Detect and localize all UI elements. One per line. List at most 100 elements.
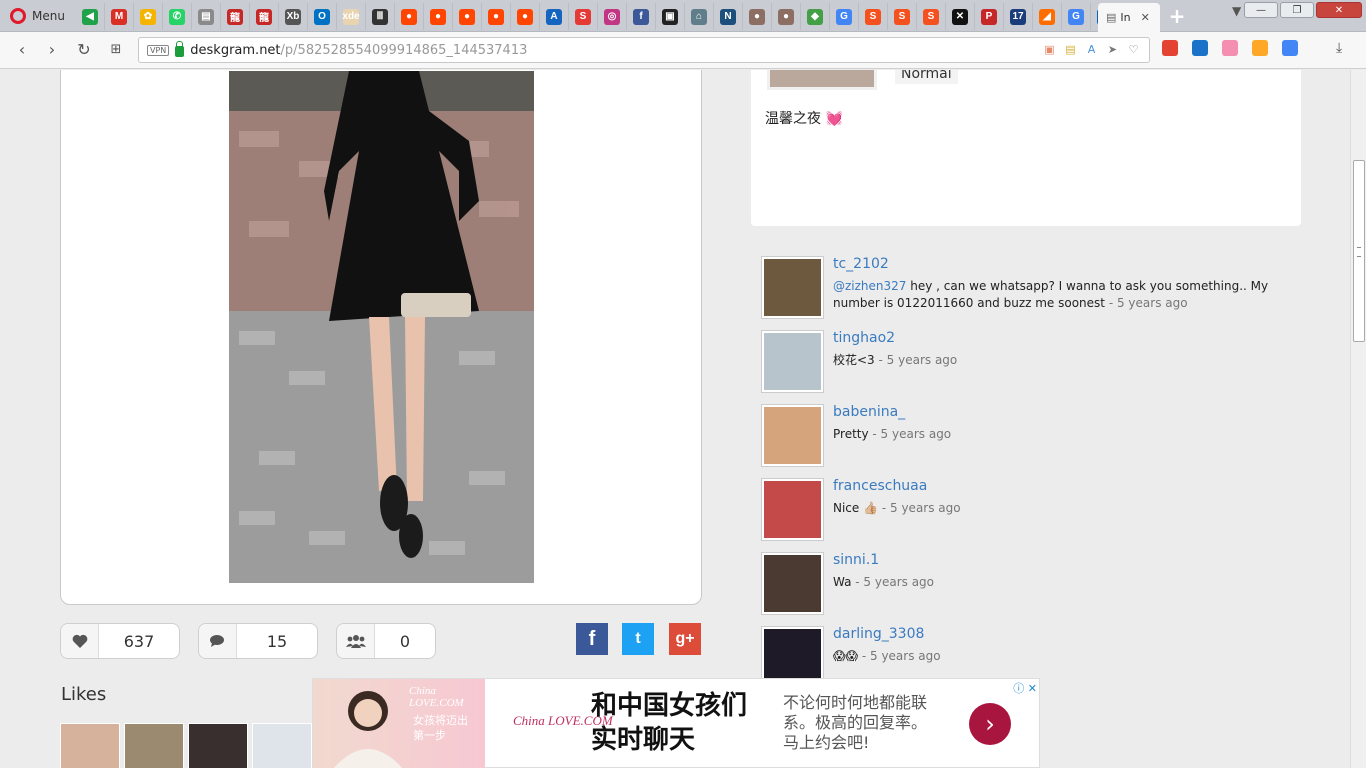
tab[interactable]: xde [337,3,366,30]
author-thumbnail[interactable] [767,70,877,90]
lock-icon[interactable] [175,41,185,57]
commenter-username[interactable]: darling_3308 [833,626,924,642]
ad-banner[interactable]: China LOVE.COM 女孩将迈出 第一步 China LOVE.COM … [312,678,1040,768]
close-tab-icon[interactable]: ✕ [1141,11,1150,24]
close-window-button[interactable]: ✕ [1316,2,1362,18]
tab[interactable]: ◢ [1033,3,1062,30]
tab[interactable]: f [627,3,656,30]
vpn-badge[interactable]: VPN [147,44,170,56]
maximize-button[interactable]: ❐ [1280,2,1314,18]
opera-menu-button[interactable]: Menu [4,4,70,28]
tab[interactable]: ◎ [598,3,627,30]
back-icon[interactable]: ‹ [12,40,32,60]
stats-row: 637 15 0 f t g+ [60,623,702,661]
tab[interactable]: ● [395,3,424,30]
tab[interactable]: ▤ [192,3,221,30]
tab[interactable]: M [105,3,134,30]
twitter-share-button[interactable]: t [622,623,654,655]
tab[interactable]: ◆ [801,3,830,30]
translate-icon[interactable] [1282,40,1298,56]
tab[interactable]: ● [482,3,511,30]
new-tab-button[interactable]: + [1168,6,1186,26]
comment-text: @zizhen327 hey , can we whatsapp? I wann… [833,278,1303,312]
download-icon[interactable]: ⤓ [1336,40,1354,60]
vertical-scrollbar[interactable] [1350,70,1366,768]
ad-close-icon[interactable]: ⓘ ✕ [1013,680,1037,696]
tagged-count: 0 [399,631,411,651]
tab[interactable]: ● [772,3,801,30]
tab[interactable]: ✆ [163,3,192,30]
tab[interactable]: ◀ [76,3,105,30]
like-avatar[interactable] [188,723,248,768]
like-avatar-placeholder[interactable] [252,723,312,768]
tab[interactable]: S [888,3,917,30]
comment-time: - 5 years ago [874,353,958,367]
commenter-username[interactable]: tinghao2 [833,330,895,346]
tab[interactable]: ● [743,3,772,30]
tab[interactable]: ✕ [946,3,975,30]
comment-item: franceschuaa Nice 👍🏼 - 5 years ago [761,478,1301,552]
comments-stat[interactable]: 15 [198,623,318,659]
tab[interactable]: G [830,3,859,30]
likes-stat[interactable]: 637 [60,623,180,659]
active-tab[interactable]: ▤ In ✕ [1098,3,1160,32]
commenter-avatar[interactable] [761,256,824,319]
tab[interactable]: G [1062,3,1091,30]
tab[interactable]: 龍 [250,3,279,30]
commenter-avatar[interactable] [761,552,824,615]
ad-image[interactable]: China LOVE.COM 女孩将迈出 第一步 [313,679,485,768]
speed-dial-icon[interactable]: ⊞ [106,40,126,60]
like-avatar[interactable] [124,723,184,768]
url-path: /p/582528554099914865_144537413 [280,42,528,58]
tab[interactable]: S [569,3,598,30]
comment-mention[interactable]: @zizhen327 [833,279,906,293]
tab[interactable]: ✿ [134,3,163,30]
tab[interactable]: ⌂ [685,3,714,30]
commenter-username[interactable]: babenina_ [833,404,905,420]
tab[interactable]: Xb [279,3,308,30]
tab[interactable]: Ⅲ [366,3,395,30]
tab[interactable]: 龍 [221,3,250,30]
tab[interactable]: P [975,3,1004,30]
tab[interactable]: S [859,3,888,30]
commenter-avatar[interactable] [761,330,824,393]
tab[interactable]: ● [424,3,453,30]
forward-icon[interactable]: › [42,40,62,60]
commenter-username[interactable]: sinni.1 [833,552,879,568]
tab[interactable]: ▣ [656,3,685,30]
commenter-avatar[interactable] [761,404,824,467]
url-field[interactable]: VPN deskgram.net/p/582528554099914865_14… [138,37,1150,63]
heart-icon[interactable]: ♡ [1126,42,1141,57]
s-ext-icon[interactable] [1192,40,1208,56]
facebook-share-button[interactable]: f [576,623,608,655]
note-icon[interactable]: ▤ [1063,42,1078,57]
commenter-username[interactable]: franceschuaa [833,478,927,494]
post-photo[interactable] [229,71,534,583]
reload-icon[interactable]: ↻ [74,40,94,60]
send-icon[interactable]: ➤ [1105,42,1120,57]
commenter-avatar[interactable] [761,478,824,541]
todoist-icon[interactable] [1162,40,1178,56]
heart-icon [61,624,99,658]
scrollbar-thumb[interactable] [1353,160,1365,342]
tab[interactable]: ● [511,3,540,30]
comment-text: Nice 👍🏼 - 5 years ago [833,500,1303,517]
tab[interactable]: O [308,3,337,30]
tagged-stat[interactable]: 0 [336,623,436,659]
mask-icon[interactable] [1222,40,1238,56]
commenter-username[interactable]: tc_2102 [833,256,889,272]
tab[interactable]: ● [453,3,482,30]
photo-card [60,70,702,605]
tab[interactable]: A [540,3,569,30]
googleplus-share-button[interactable]: g+ [669,623,701,655]
tab[interactable]: 17 [1004,3,1033,30]
like-avatar[interactable] [60,723,120,768]
translate-small-icon[interactable]: A [1084,42,1099,57]
tab[interactable]: N [714,3,743,30]
cube-icon[interactable]: ▣ [1042,42,1057,57]
ad-cta-button[interactable]: › [969,703,1011,745]
opera-logo-icon [10,8,26,24]
tab[interactable]: S [917,3,946,30]
diamond-ext-icon[interactable] [1252,40,1268,56]
minimize-button[interactable]: — [1244,2,1278,18]
